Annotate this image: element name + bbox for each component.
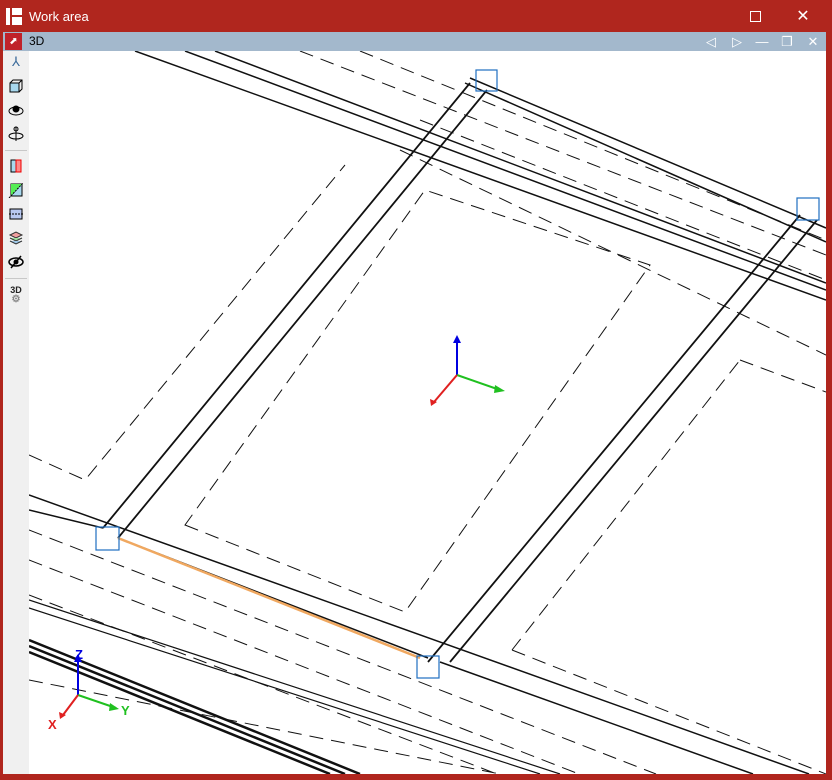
section-green-button[interactable] bbox=[7, 182, 25, 200]
section-red-icon bbox=[10, 159, 22, 173]
maximize-button[interactable] bbox=[732, 0, 778, 32]
close-icon: ✕ bbox=[807, 34, 819, 49]
y-axis-label: Y bbox=[121, 703, 130, 718]
previous-icon: ◁ bbox=[706, 34, 716, 49]
beam-edge bbox=[29, 494, 810, 774]
app-icon bbox=[6, 8, 22, 25]
section-plane-button[interactable] bbox=[7, 206, 25, 224]
section-red-button[interactable] bbox=[7, 158, 25, 176]
slab-hidden-edge bbox=[511, 359, 826, 774]
minimize-icon: — bbox=[755, 34, 769, 49]
view-icon: ⬈ bbox=[5, 33, 22, 50]
layers-button[interactable] bbox=[7, 230, 25, 248]
orbit-button[interactable] bbox=[7, 102, 25, 120]
visibility-button[interactable] bbox=[7, 254, 25, 272]
window-title: Work area bbox=[29, 9, 89, 24]
selected-edge bbox=[117, 536, 421, 660]
beam-edge bbox=[134, 51, 826, 301]
cube-view-button[interactable] bbox=[7, 78, 25, 96]
axes-icon: ⅄ bbox=[12, 54, 20, 69]
layers-icon bbox=[8, 231, 24, 245]
node-marker bbox=[416, 655, 440, 679]
maximize-icon bbox=[749, 10, 761, 22]
window-titlebar: Work area ✕ bbox=[0, 0, 832, 32]
beam-hidden-edge bbox=[29, 529, 657, 774]
orbit-icon bbox=[8, 105, 24, 116]
previous-view-button[interactable]: ◁ bbox=[699, 32, 723, 51]
restore-view-button[interactable]: ❐ bbox=[775, 32, 799, 51]
cube-view-icon bbox=[9, 79, 23, 93]
node-marker bbox=[95, 526, 120, 551]
z-axis-label: Z bbox=[75, 647, 83, 662]
next-view-button[interactable]: ▷ bbox=[725, 32, 749, 51]
center-axes bbox=[430, 335, 505, 406]
slab-hidden-edge bbox=[29, 164, 346, 481]
model-drawing bbox=[29, 51, 826, 774]
toolbar-separator bbox=[5, 278, 27, 279]
next-icon: ▷ bbox=[732, 34, 742, 49]
visibility-icon bbox=[8, 255, 24, 269]
toolbar-separator bbox=[5, 150, 27, 151]
view-header: ⬈ 3D ◁ ▷ — ❐ ✕ bbox=[3, 32, 826, 51]
beam-edge bbox=[427, 214, 818, 663]
close-view-button[interactable]: ✕ bbox=[801, 32, 825, 51]
view-title: 3D bbox=[29, 34, 45, 48]
restore-icon: ❐ bbox=[781, 34, 793, 49]
3d-settings-button[interactable]: 3D ⚙ bbox=[7, 284, 25, 305]
axes-button[interactable]: ⅄ bbox=[7, 53, 25, 71]
slab-hidden-edge bbox=[184, 189, 651, 613]
rotate-button[interactable] bbox=[7, 126, 25, 144]
beam-hidden-edge bbox=[299, 51, 826, 356]
beam-edge bbox=[102, 82, 488, 539]
rotate-icon bbox=[8, 126, 24, 141]
minimize-view-button[interactable]: — bbox=[750, 32, 774, 51]
x-axis-label: X bbox=[48, 717, 57, 732]
close-button[interactable]: ✕ bbox=[780, 0, 826, 32]
section-green-icon bbox=[8, 182, 24, 199]
close-icon: ✕ bbox=[796, 8, 810, 25]
3d-viewport[interactable]: Z Y X bbox=[29, 51, 826, 774]
section-plane-icon bbox=[9, 208, 23, 220]
view-toolbar: ⅄ 3D ⚙ bbox=[3, 51, 29, 774]
